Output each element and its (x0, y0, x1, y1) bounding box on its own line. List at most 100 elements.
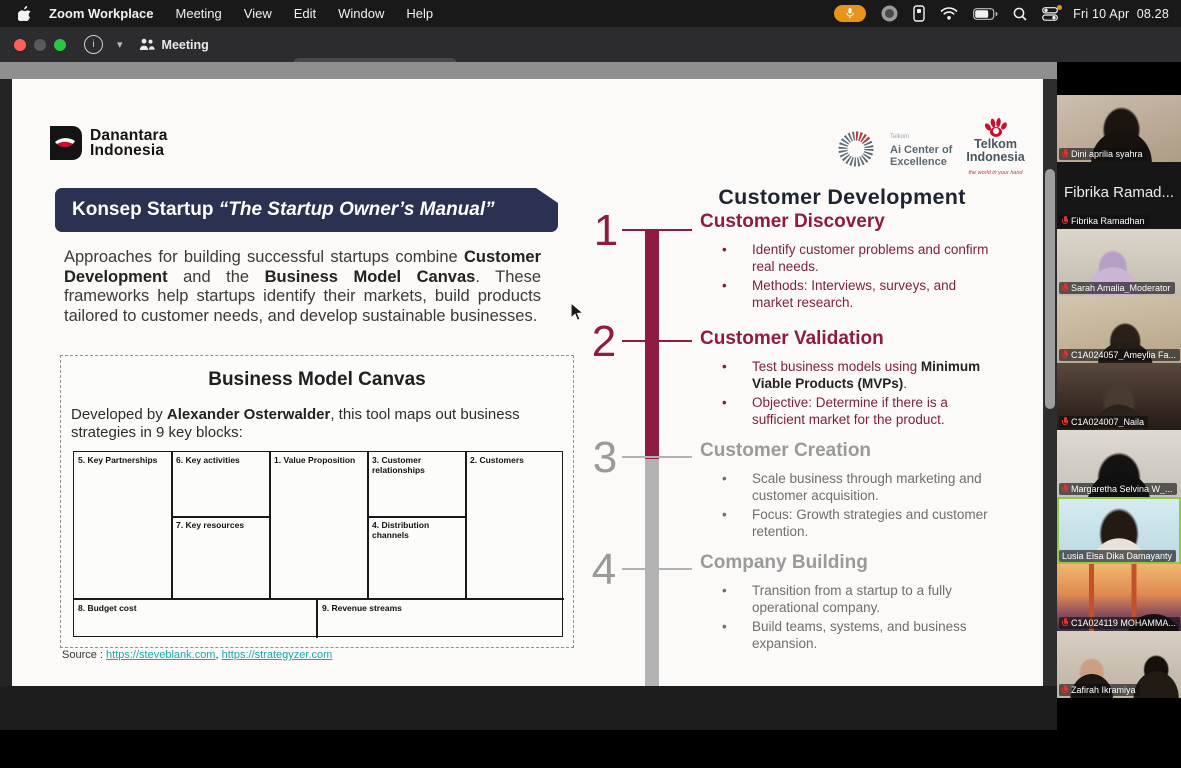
meeting-info-icon[interactable]: i (84, 35, 103, 54)
menubar-mic-in-use-icon[interactable] (834, 5, 866, 22)
bullet-item: Build teams, systems, and business expan… (700, 619, 995, 652)
participant-tile[interactable]: Lusia Elsa Dika Damayanty (1057, 497, 1181, 564)
section-heading: Customer Discovery (700, 211, 995, 233)
bold-text-segment: Alexander Osterwalder (167, 406, 330, 423)
participant-name: Fibrika Ramadhan (1071, 216, 1145, 226)
control-center-icon[interactable] (1042, 7, 1058, 21)
menubar-item-zoom-workplace[interactable]: Zoom Workplace (49, 6, 154, 21)
participant-tile[interactable]: Dini aprilia syahra (1057, 95, 1181, 162)
menubar-status-area: Fri 10 Apr 08.28 (834, 5, 1181, 22)
source-link[interactable]: https://steveblank.com (106, 649, 215, 661)
text-segment: Identify customer problems and confirm r… (752, 242, 988, 274)
source-label: Source : (62, 649, 103, 661)
bullet-item: Focus: Growth strategies and customer re… (700, 507, 995, 540)
muted-mic-icon (1062, 216, 1068, 226)
timeline-tick-2 (622, 340, 692, 342)
participant-tile[interactable]: Fibrika Ramad... Fibrika Ramadhan (1057, 162, 1181, 229)
bmc-grid-line (269, 452, 271, 598)
participant-name-label: Dini aprilia syahra (1059, 148, 1147, 160)
text-segment: Developed by (71, 406, 167, 423)
section-heading: Customer Validation (700, 328, 995, 350)
notification-dot (1057, 5, 1062, 10)
participant-tile[interactable]: C1A024119 MOHAMMA... (1057, 564, 1181, 631)
section-customer-validation: Customer Validation Test business models … (700, 328, 995, 431)
timeline-tick-1 (622, 229, 692, 231)
participant-name-label: Lusia Elsa Dika Damayanty (1059, 550, 1176, 562)
wifi-icon[interactable] (940, 7, 958, 20)
text-segment: Transition from a startup to a fully ope… (752, 583, 952, 615)
slide-title-banner: Konsep Startup “The Startup Owner’s Manu… (55, 188, 558, 232)
timeline-number-1: 1 (588, 209, 624, 253)
bmc-cell-budget-cost: 8. Budget cost (74, 600, 314, 613)
bullet-item: Scale business through marketing and cus… (700, 471, 995, 504)
source-link[interactable]: https://strategyzer.com (222, 649, 333, 661)
menubar-display-icon[interactable] (913, 5, 925, 22)
text-segment: Methods: Interviews, surveys, and market… (752, 278, 956, 310)
participant-tile[interactable]: C1A024057_Ameylia Fa... (1057, 296, 1181, 363)
bmc-cell-customer-relationships: 3. Customer relationships (368, 452, 458, 475)
menubar-item-meeting[interactable]: Meeting (176, 6, 222, 21)
text-segment: Objective: Determine if there is a suffi… (752, 395, 948, 427)
meeting-header: Meeting (139, 38, 209, 52)
participant-name-label: Fibrika Ramadhan (1059, 215, 1149, 227)
participants-list: Dini aprilia syahraFibrika Ramad...Fibri… (1057, 95, 1181, 698)
share-scrollbar-track[interactable] (1043, 79, 1057, 686)
share-scrollbar-thumb[interactable] (1045, 169, 1055, 409)
participant-name-label: Sarah Amalia_Moderator (1059, 282, 1175, 294)
timeline-bar-bottom (645, 459, 659, 686)
bmc-title: Business Model Canvas (61, 369, 573, 391)
participants-sidebar: Dini aprilia syahraFibrika Ramad...Fibri… (1057, 62, 1181, 730)
participant-name-label: Margaretha Selvina W_... (1059, 483, 1177, 495)
section-customer-creation: Customer CreationScale business through … (700, 440, 995, 543)
spotlight-search-icon[interactable] (1013, 7, 1027, 21)
text-segment: Approaches for building successful start… (64, 248, 464, 266)
bmc-cell-value-proposition: 1. Value Proposition (270, 452, 367, 465)
bullet-item: Identify customer problems and confirm r… (700, 242, 995, 275)
bmc-cell-key-activities: 6. Key activities (172, 452, 269, 465)
timeline-tick-4 (622, 568, 692, 570)
text-segment: Scale business through marketing and cus… (752, 471, 982, 503)
battery-icon[interactable] (973, 8, 998, 20)
menubar-item-edit[interactable]: Edit (294, 6, 316, 21)
section-heading: Company Building (700, 552, 995, 574)
minimize-window-button[interactable] (34, 39, 46, 51)
customer-development-title: Customer Development (690, 185, 994, 210)
participant-name: C1A024057_Ameylia Fa... (1071, 350, 1176, 360)
bmc-description: Developed by Alexander Osterwalder, this… (71, 406, 565, 441)
participant-tile[interactable]: Sarah Amalia_Moderator (1057, 229, 1181, 296)
text-segment: . (903, 376, 907, 391)
text-segment: Focus: Growth strategies and customer re… (752, 507, 988, 539)
text-segment: Test business models using (752, 359, 921, 374)
muted-mic-icon (1062, 283, 1068, 293)
section-bullets: Identify customer problems and confirm r… (700, 242, 995, 311)
menubar-app-icon[interactable] (881, 5, 898, 22)
menubar-item-window[interactable]: Window (338, 6, 384, 21)
text-segment: Build teams, systems, and business expan… (752, 619, 967, 651)
window-controls (14, 39, 66, 51)
mouse-cursor (570, 302, 584, 323)
section-bullets: Transition from a startup to a fully ope… (700, 583, 995, 652)
close-window-button[interactable] (14, 39, 26, 51)
menubar-clock[interactable]: Fri 10 Apr 08.28 (1073, 7, 1169, 21)
participant-name: Lusia Elsa Dika Damayanty (1062, 551, 1172, 561)
page-surround (0, 686, 1057, 730)
participant-tile[interactable]: Margaretha Selvina W_... (1057, 430, 1181, 497)
participant-name: Sarah Amalia_Moderator (1071, 283, 1171, 293)
timeline-number-4: 4 (586, 548, 622, 592)
timeline-number-2: 2 (586, 320, 622, 364)
menubar-item-view[interactable]: View (244, 6, 272, 21)
apple-menu-icon[interactable] (18, 6, 31, 21)
muted-mic-icon (1062, 618, 1068, 628)
participant-tile[interactable]: C1A024007_Naila (1057, 363, 1181, 430)
menubar-item-help[interactable]: Help (406, 6, 433, 21)
danantara-logo: DanantaraIndonesia (48, 126, 168, 160)
presenter-app-toolbar (0, 62, 1057, 79)
bmc-cell-revenue-streams: 9. Revenue streams (318, 600, 562, 613)
participant-display-name: Fibrika Ramad... (1057, 184, 1181, 201)
participants-icon (139, 38, 155, 51)
bmc-cell-key-resources: 7. Key resources (172, 517, 269, 530)
participant-tile[interactable]: Zafirah Ikramiya (1057, 631, 1181, 698)
chevron-down-icon[interactable]: ▾ (117, 38, 123, 51)
fullscreen-window-button[interactable] (54, 39, 66, 51)
timeline-bar-top (645, 230, 659, 459)
